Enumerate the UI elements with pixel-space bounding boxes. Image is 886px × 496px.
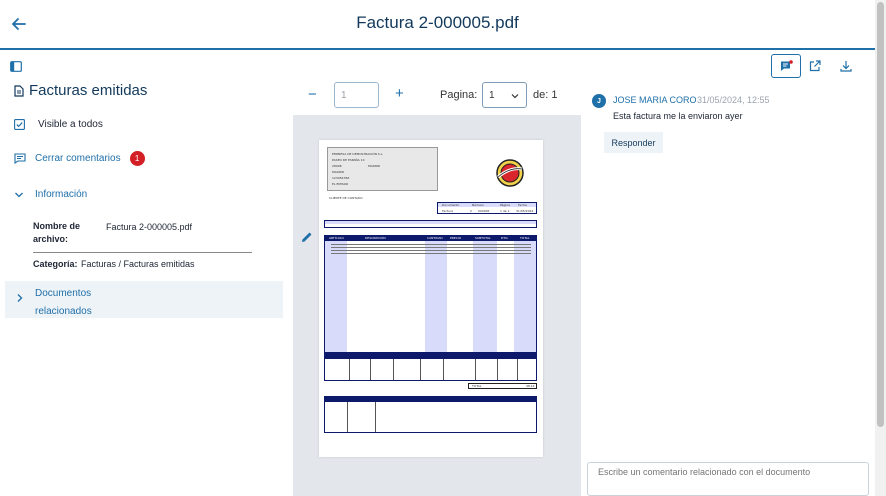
pdf-company-line: 28008 (332, 164, 342, 168)
window-scrollbar[interactable] (875, 0, 886, 496)
close-comments-button[interactable]: Cerrar comentarios 1 (14, 151, 145, 166)
pdf-client: CLIENTE DE CONTADO (329, 196, 363, 200)
pdf-table-header: SUBTOTAL (475, 236, 491, 240)
pdf-table-header: CANTIDAD (427, 236, 443, 240)
category-value: Facturas / Facturas emitidas (81, 259, 195, 269)
pdf-company-line: MADRID (368, 164, 381, 168)
related-documents-label: Documentos relacionados (35, 285, 115, 321)
zoom-input[interactable]: 1 (334, 82, 379, 108)
document-icon (14, 84, 24, 97)
information-label: Información (35, 189, 88, 200)
related-documents-line2: relacionados (35, 306, 92, 317)
pdf-company-line: PASEO DE ESPAÑA 10 (332, 158, 365, 162)
pdf-company-line: EMPRESA DE DEMOSTRACIÓN S.L. (332, 152, 384, 156)
pdf-total-box: TOTAL 48,14 (468, 383, 537, 389)
pdf-table-header: DTO. (501, 236, 509, 240)
visible-to-all-row[interactable]: Visible a todos (14, 119, 103, 130)
pdf-company-line: 12345678Z (332, 176, 350, 180)
pdf-table-header: DESCRIPCIÓN (365, 236, 386, 240)
page-title: Factura 2-000005.pdf (356, 13, 519, 32)
comment-icon (14, 153, 26, 164)
section-title-text: Facturas emitidas (29, 82, 148, 99)
comment-text: Esta factura me la enviaron ayer (613, 111, 743, 121)
pdf-doc-value: 000005 (478, 209, 490, 213)
pdf-doc-value: Factura (442, 209, 454, 213)
pdf-table-header: TOTAL (520, 236, 530, 240)
comment-date: 31/05/2024, 12:55 (697, 95, 770, 105)
avatar: J (592, 94, 606, 108)
information-toggle[interactable]: Información (14, 189, 87, 200)
page-total-label: de: 1 (533, 89, 558, 101)
pdf-table-header: ARTÍCULO (329, 236, 344, 240)
external-link-icon (809, 60, 821, 72)
related-documents-line1: Documentos (35, 288, 92, 299)
page-label: Pagina: (440, 89, 478, 101)
pdf-items-table: ARTÍCULO DESCRIPCIÓN CANTIDAD PRECIO SUB… (324, 235, 537, 353)
pdf-company-line: EL EMISOR (332, 182, 349, 186)
file-name-label-line1: Nombre de (33, 221, 81, 231)
divider (33, 252, 252, 253)
sidebar-toggle-icon[interactable] (10, 61, 22, 72)
pdf-doc-header: Número (472, 203, 484, 207)
file-name-label: Nombre de archivo: (33, 220, 80, 246)
pdf-doc-value: 1 de 1 (500, 209, 510, 213)
page-select-value: 1 (489, 90, 495, 101)
chevron-right-icon (17, 294, 23, 302)
pdf-client-strip (324, 220, 537, 228)
pencil-icon[interactable] (300, 230, 314, 244)
download-icon (840, 61, 852, 72)
checkbox-checked-icon[interactable] (14, 119, 25, 130)
pdf-page: EMPRESA DE DEMOSTRACIÓN S.L. PASEO DE ES… (319, 140, 543, 457)
pdf-doc-header: Página (500, 203, 510, 207)
top-header: Factura 2-000005.pdf (0, 0, 875, 50)
zoom-out-button[interactable]: − (308, 86, 317, 103)
section-title: Facturas emitidas (14, 82, 147, 99)
file-name-label-line2: archivo: (33, 234, 69, 244)
page-select[interactable]: 1 (482, 82, 527, 108)
visible-label: Visible a todos (38, 119, 103, 130)
download-button[interactable] (831, 54, 861, 78)
category-label: Categoría: (33, 259, 78, 269)
chevron-down-icon (511, 94, 519, 99)
pdf-doc-value: 2 (470, 209, 472, 213)
pdf-doc-header: Documento (442, 203, 460, 207)
pdf-table-header: PRECIO (450, 236, 462, 240)
related-documents-toggle[interactable]: Documentos relacionados (5, 281, 283, 318)
comment-input[interactable] (587, 462, 869, 496)
zoom-in-button[interactable]: + (395, 85, 404, 102)
comment-author: JOSE MARIA CORO (613, 95, 697, 105)
pdf-doc-info-box: Documento Número Página Fecha Factura 2 … (437, 202, 537, 214)
pdf-doc-value: 31/05/2024 (516, 209, 534, 213)
comments-count-badge: 1 (129, 151, 145, 166)
reply-button[interactable]: Responder (604, 132, 663, 153)
pdf-total-label: TOTAL (472, 384, 482, 388)
pdf-doc-header: Fecha (518, 203, 527, 207)
comments-panel-button[interactable] (771, 54, 801, 78)
pdf-total-value: 48,14 (526, 384, 535, 388)
chevron-down-icon (15, 192, 23, 197)
pdf-bottom-table (324, 396, 537, 433)
file-name-value: Factura 2-000005.pdf (106, 222, 193, 232)
comment-notification-icon (780, 60, 793, 71)
company-logo (496, 159, 524, 187)
pdf-totals-table (324, 353, 537, 381)
pdf-company-box: EMPRESA DE DEMOSTRACIÓN S.L. PASEO DE ES… (327, 147, 438, 191)
pdf-company-line: MADRID (332, 170, 345, 174)
open-external-button[interactable] (800, 54, 830, 78)
close-comments-label: Cerrar comentarios (35, 153, 121, 164)
